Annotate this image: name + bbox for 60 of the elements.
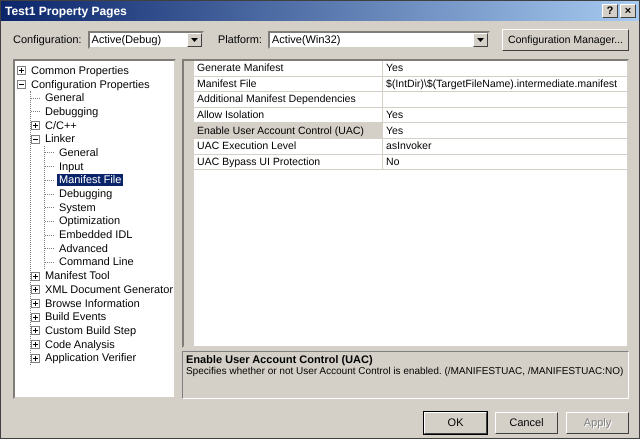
description-title: Enable User Account Control (UAC) (186, 354, 374, 366)
dialog-button[interactable]: Cancel (495, 412, 558, 434)
tree-item[interactable]: General (57, 146, 100, 159)
tree-item[interactable]: Debugging (57, 188, 114, 200)
tree-item[interactable]: Build Events (43, 311, 108, 324)
tree-item[interactable]: General (43, 92, 86, 104)
configuration-label: Configuration: (13, 34, 82, 46)
expand-icon[interactable] (31, 340, 40, 350)
dropdown-arrow-icon (477, 38, 484, 42)
tree-item[interactable]: Command Line (57, 256, 136, 268)
tree-item[interactable]: Advanced (57, 242, 110, 255)
collapse-icon[interactable] (17, 80, 26, 90)
configuration-dropdown[interactable]: Active(Debug) (88, 31, 204, 49)
platform-label: Platform: (218, 34, 262, 46)
platform-dropdown[interactable]: Active(Win32) (268, 31, 490, 49)
property-name[interactable]: Generate Manifest (194, 61, 383, 76)
tree-item[interactable]: Custom Build Step (43, 324, 138, 337)
property-name[interactable]: UAC Bypass UI Protection (194, 154, 383, 170)
tree-item[interactable]: Common Properties (29, 64, 131, 77)
expand-icon[interactable] (31, 272, 40, 281)
close-button[interactable]: × (620, 4, 636, 18)
tree-item[interactable]: Application Verifier (43, 352, 138, 364)
tree-item[interactable]: Debugging (43, 106, 100, 118)
tree-item[interactable]: Browse Information (43, 298, 142, 310)
dialog-button[interactable]: OK (424, 412, 487, 434)
property-value[interactable]: Yes (386, 62, 404, 74)
property-name[interactable]: Enable User Account Control (UAC) (194, 123, 383, 138)
property-value[interactable]: No (386, 156, 400, 168)
property-name[interactable]: Additional Manifest Dependencies (194, 92, 383, 107)
expand-icon[interactable] (31, 326, 40, 336)
description-text: Specifies whether or not User Account Control is enabled. (/MANIFESTUAC, /MANIFESTUAC:NO) (186, 366, 624, 377)
property-name[interactable]: UAC Execution Level (194, 138, 383, 154)
window-title: Test1 Property Pages (5, 4, 128, 18)
tree-item[interactable]: Manifest File (57, 174, 124, 186)
tree-item[interactable]: Configuration Properties (29, 78, 152, 91)
expand-icon[interactable] (17, 66, 26, 76)
property-name[interactable]: Allow Isolation (194, 108, 383, 122)
expand-icon[interactable] (31, 299, 40, 308)
dropdown-arrow-icon (190, 38, 198, 42)
expand-icon[interactable] (31, 312, 40, 322)
tree-item[interactable]: Input (57, 160, 86, 173)
help-button[interactable]: ? (602, 4, 618, 18)
property-value[interactable]: asInvoker (386, 140, 432, 152)
expand-icon[interactable] (31, 285, 40, 294)
property-value[interactable]: $(IntDir)\$(TargetFileName).intermediate.manifest (386, 78, 618, 90)
tree-item[interactable]: Embedded IDL (57, 229, 134, 242)
configuration-manager-button[interactable]: Configuration Manager... (502, 29, 629, 51)
tree-item[interactable]: XML Document Generator (43, 284, 175, 296)
tree-item[interactable]: C/C++ (43, 120, 79, 132)
property-name[interactable]: Manifest File (194, 76, 383, 92)
tree-item[interactable]: Linker (43, 133, 77, 146)
tree-item[interactable]: Manifest Tool (43, 270, 112, 282)
expand-icon[interactable] (31, 354, 40, 363)
tree-item[interactable]: Optimization (57, 215, 122, 228)
tree-item[interactable]: Code Analysis (43, 338, 117, 351)
tree-item[interactable]: System (57, 202, 98, 214)
property-value[interactable]: Yes (386, 109, 404, 122)
expand-icon[interactable] (31, 121, 40, 130)
collapse-icon[interactable] (31, 134, 40, 144)
property-value[interactable]: Yes (386, 124, 404, 137)
